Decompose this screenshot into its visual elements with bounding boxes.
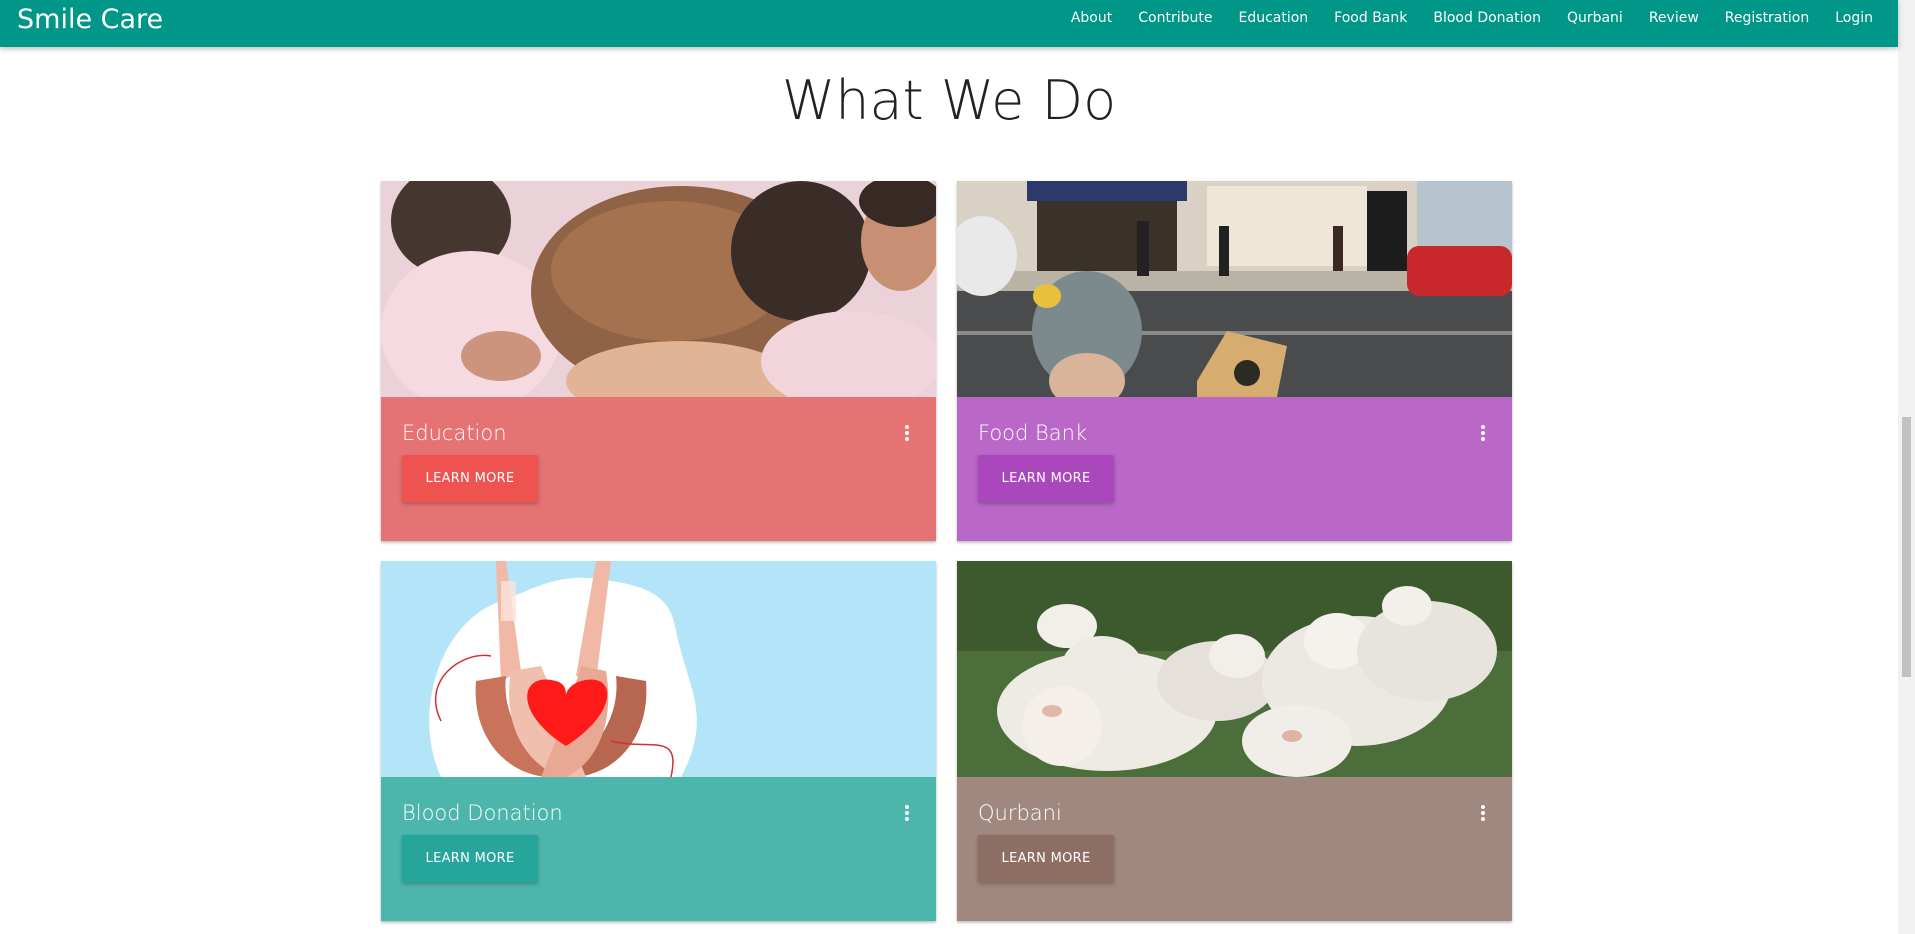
nav-education[interactable]: Education	[1225, 10, 1321, 26]
card-food-bank: Food Bank LEARN MORE	[957, 181, 1512, 541]
children-praying-photo	[381, 181, 936, 397]
learn-more-button[interactable]: LEARN MORE	[402, 835, 538, 882]
card-body-blood-donation: Blood Donation LEARN MORE	[381, 777, 936, 921]
card-education: Education LEARN MORE	[381, 181, 936, 541]
card-title: Qurbani	[978, 801, 1062, 825]
page: Smile Care About Contribute Education Fo…	[0, 0, 1915, 934]
scrollbar-thumb[interactable]	[1902, 417, 1911, 677]
card-title: Food Bank	[978, 421, 1088, 445]
card-image-blood-donation	[381, 561, 936, 777]
card-body-education: Education LEARN MORE	[381, 397, 936, 541]
nav-qurbani[interactable]: Qurbani	[1554, 10, 1636, 26]
more-vert-icon[interactable]	[1480, 425, 1486, 443]
card-image-food-bank	[957, 181, 1512, 397]
card-image-education	[381, 181, 936, 397]
card-qurbani: Qurbani LEARN MORE	[957, 561, 1512, 921]
more-vert-icon[interactable]	[904, 425, 910, 443]
card-blood-donation: Blood Donation LEARN MORE	[381, 561, 936, 921]
navbar: Smile Care About Contribute Education Fo…	[0, 0, 1898, 47]
nav-login[interactable]: Login	[1822, 10, 1886, 26]
more-vert-icon[interactable]	[904, 805, 910, 823]
nav-registration[interactable]: Registration	[1712, 10, 1822, 26]
nav-links: About Contribute Education Food Bank Blo…	[1058, 0, 1886, 36]
card-title: Education	[402, 421, 507, 445]
learn-more-button[interactable]: LEARN MORE	[978, 835, 1114, 882]
card-body-qurbani: Qurbani LEARN MORE	[957, 777, 1512, 921]
more-vert-icon[interactable]	[1480, 805, 1486, 823]
learn-more-button[interactable]: LEARN MORE	[978, 455, 1114, 502]
hands-heart-illustration	[381, 561, 936, 777]
brand-logo[interactable]: Smile Care	[17, 4, 163, 36]
nav-blood-donation[interactable]: Blood Donation	[1420, 10, 1554, 26]
street-person-photo	[957, 181, 1512, 397]
nav-review[interactable]: Review	[1636, 10, 1712, 26]
card-image-qurbani	[957, 561, 1512, 777]
card-title: Blood Donation	[402, 801, 563, 825]
nav-about[interactable]: About	[1058, 10, 1125, 26]
learn-more-button[interactable]: LEARN MORE	[402, 455, 538, 502]
page-scrollbar[interactable]	[1898, 0, 1915, 934]
section-title: What We Do	[781, 69, 1117, 132]
sheep-photo	[957, 561, 1512, 777]
nav-contribute[interactable]: Contribute	[1125, 10, 1225, 26]
card-body-food-bank: Food Bank LEARN MORE	[957, 397, 1512, 541]
nav-food-bank[interactable]: Food Bank	[1321, 10, 1420, 26]
